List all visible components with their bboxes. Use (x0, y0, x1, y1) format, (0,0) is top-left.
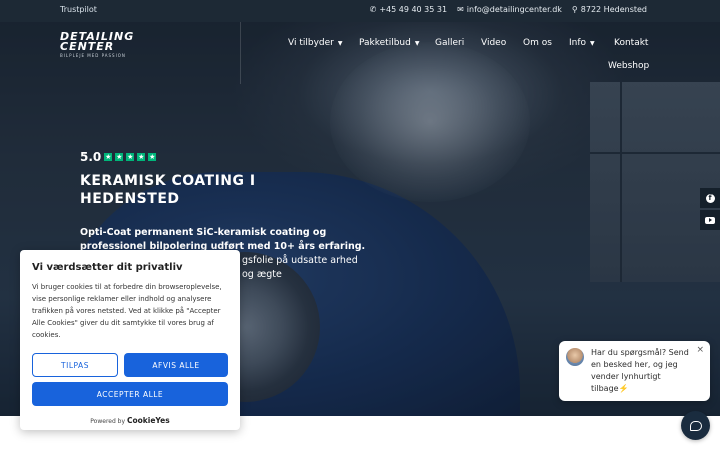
chevron-down-icon: ▼ (590, 40, 595, 47)
logo-line-2: CENTER (60, 40, 115, 53)
cookieyes-branding[interactable]: Powered by CookieYes (32, 416, 228, 425)
nav-divider (240, 22, 241, 84)
envelope-icon: ✉ (457, 5, 464, 14)
logo-tagline: BILPLEJE MED PASSION (60, 53, 126, 58)
location-link[interactable]: ⚲ 8722 Hedensted (572, 5, 647, 14)
site-logo[interactable]: DETAILING CENTER BILPLEJE MED PASSION (60, 31, 160, 58)
accept-all-button[interactable]: ACCEPTER ALLE (32, 382, 228, 406)
nav-item-video[interactable]: Video (481, 38, 506, 48)
facebook-link[interactable]: f (700, 188, 720, 208)
youtube-icon (705, 216, 715, 224)
cookie-consent-banner: Vi værdsætter dit privatliv Vi bruger co… (20, 250, 240, 430)
chevron-down-icon: ▼ (414, 40, 420, 47)
hero-title: KERAMISK COATING I HEDENSTED (80, 173, 256, 207)
customize-button[interactable]: TILPAS (32, 353, 118, 377)
top-bar: Trustpilot ✆ +45 49 40 35 31 ✉ info@detail… (0, 0, 720, 22)
star-icon: ★ (115, 153, 124, 161)
trustpilot-link[interactable]: Trustpilot (60, 5, 97, 14)
avatar (566, 348, 584, 366)
phone-number: +45 49 40 35 31 (379, 5, 448, 14)
cookie-text: Vi bruger cookies til at forbedre din br… (32, 283, 222, 339)
rating-score: 5.0 (80, 150, 102, 164)
reject-all-button[interactable]: AFVIS ALLE (124, 353, 228, 377)
chat-bubble-icon (689, 420, 702, 431)
nav-item-webshop[interactable]: Webshop (608, 61, 649, 71)
star-icon: ★ (104, 153, 113, 161)
nav-item-vi-tilbyder[interactable]: Vi tilbyder ▼ (288, 38, 342, 48)
contact-info: ✆ +45 49 40 35 31 ✉ info@detailingcenter.d… (370, 5, 647, 14)
hero-description-continued: gsfolie på udsatte arhed og ægte (242, 255, 358, 280)
youtube-link[interactable] (700, 210, 720, 230)
nav-item-kontakt[interactable]: Kontakt (614, 38, 648, 48)
nav-item-pakketilbud[interactable]: Pakketilbud ▼ (359, 38, 419, 48)
email-address: info@detailingcenter.dk (466, 5, 562, 14)
chevron-down-icon: ▼ (337, 40, 343, 47)
facebook-icon: f (705, 193, 715, 203)
nav-item-galleri[interactable]: Galleri (435, 38, 464, 48)
close-icon[interactable]: × (696, 345, 704, 355)
nav-item-info[interactable]: Info ▼ (569, 38, 595, 48)
star-icon: ★ (137, 153, 146, 161)
chat-message: Har du spørgsmål? Send en besked her, og… (591, 348, 689, 393)
star-icon: ★ (148, 153, 157, 161)
trustpilot-rating[interactable]: 5.0 ★ ★ ★ ★ ★ (80, 150, 157, 164)
social-links: f (700, 188, 720, 232)
chat-popup[interactable]: Har du spørgsmål? Send en besked her, og… (559, 341, 710, 401)
phone-link[interactable]: ✆ +45 49 40 35 31 (370, 5, 447, 14)
map-pin-icon: ⚲ (571, 5, 578, 14)
cookie-button-row: TILPAS AFVIS ALLE (32, 353, 228, 377)
email-link[interactable]: ✉ info@detailingcenter.dk (457, 5, 562, 14)
nav-item-om-os[interactable]: Om os (523, 38, 552, 48)
cookie-title: Vi værdsætter dit privatliv (32, 262, 183, 273)
star-icon: ★ (126, 153, 135, 161)
location-text: 8722 Hedensted (580, 5, 647, 14)
phone-icon: ✆ (369, 5, 377, 14)
chat-launcher-button[interactable] (681, 411, 710, 440)
